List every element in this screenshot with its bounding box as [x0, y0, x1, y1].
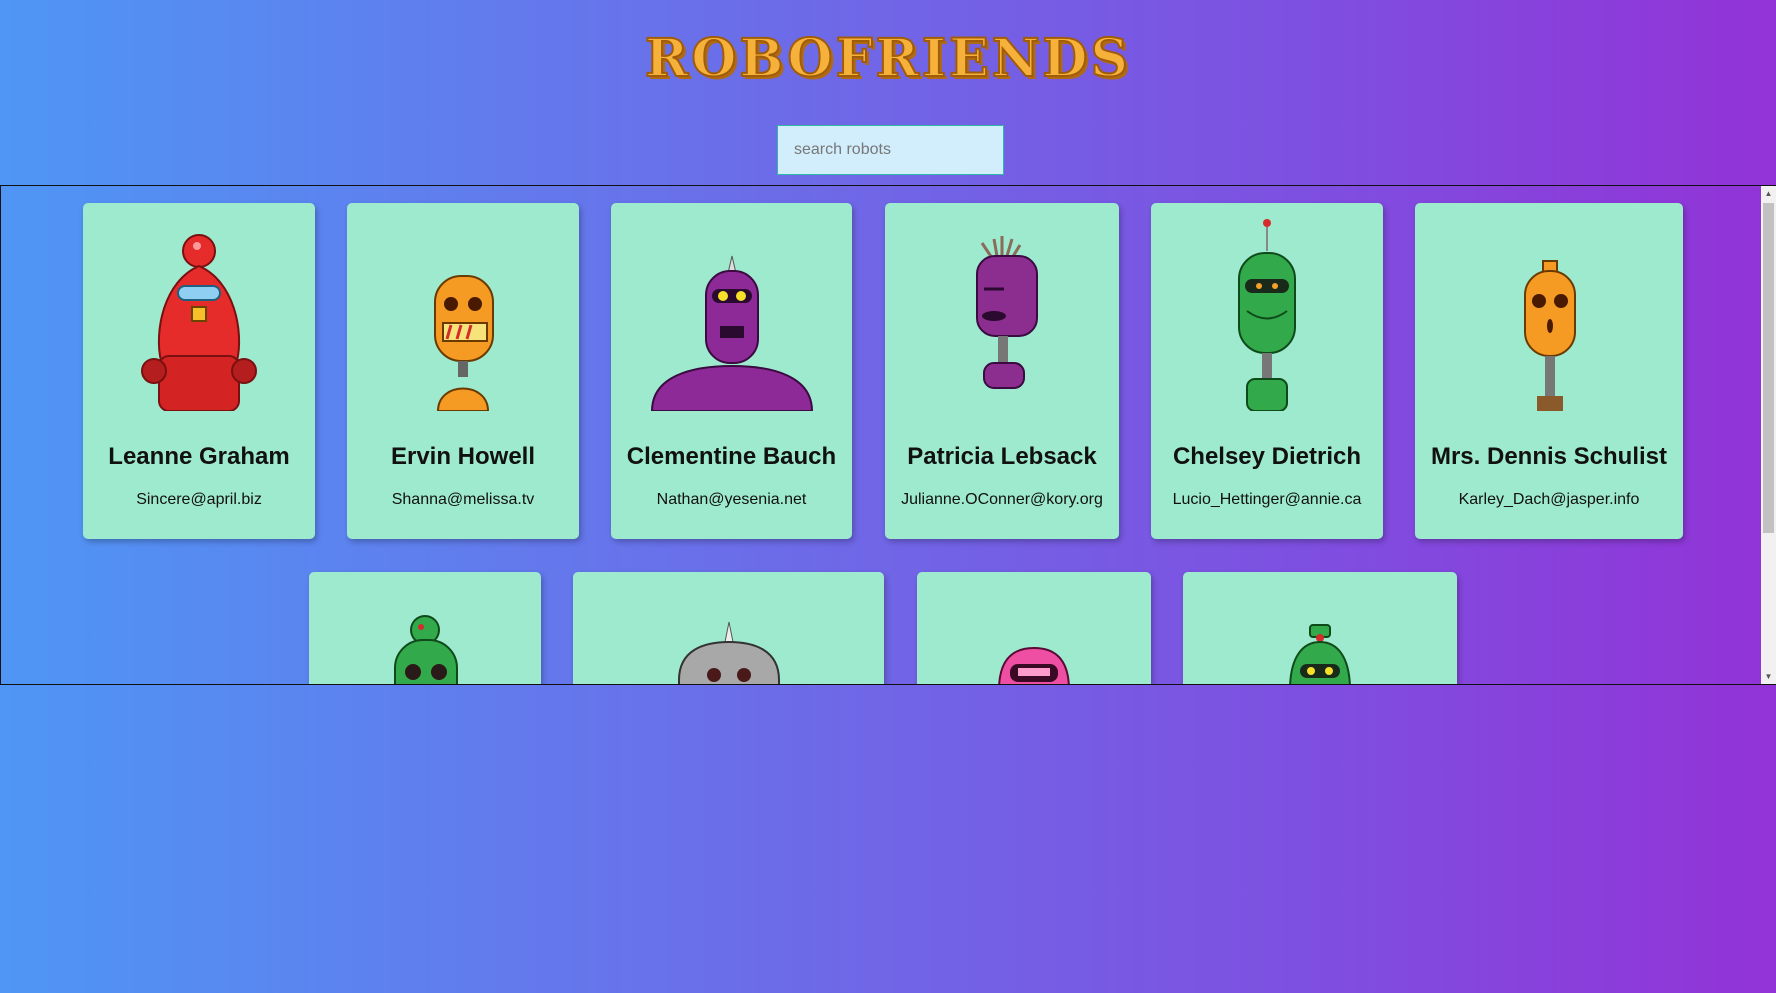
robot-name: Patricia Lebsack	[907, 443, 1097, 470]
scroll-down-icon[interactable]: ▼	[1761, 669, 1776, 684]
robot-avatar-green-2	[394, 615, 458, 684]
robot-card[interactable]: Clementine Bauch Nathan@yesenia.net	[611, 203, 852, 539]
robot-card[interactable]: Patricia Lebsack Julianne.OConner@kory.o…	[885, 203, 1119, 539]
vertical-scrollbar[interactable]: ▲ ▼	[1761, 186, 1776, 684]
robot-card[interactable]: Leanne Graham Sincere@april.biz	[83, 203, 315, 539]
robot-email: Nathan@yesenia.net	[656, 491, 807, 508]
robot-name: Clementine Bauch	[626, 443, 837, 470]
robot-card[interactable]: Mrs. Dennis Schulist Karley_Dach@jasper.…	[1415, 203, 1683, 539]
robot-avatar-gray	[677, 621, 780, 684]
robot-email: Sincere@april.biz	[136, 491, 262, 508]
robot-name: Ervin Howell	[390, 443, 536, 470]
robot-email: Julianne.OConner@kory.org	[901, 491, 1103, 508]
robot-card[interactable]	[309, 572, 541, 684]
robot-card[interactable]: Ervin Howell Shanna@melissa.tv	[347, 203, 579, 539]
robot-card[interactable]	[917, 572, 1151, 684]
robot-avatar-orange-2	[1524, 260, 1576, 411]
robot-card[interactable]	[573, 572, 884, 684]
robot-card[interactable]	[1183, 572, 1457, 684]
robot-email: Karley_Dach@jasper.info	[1458, 491, 1640, 508]
robot-avatar-orange	[434, 275, 494, 411]
app-title: ROBOFRIENDS	[644, 27, 1131, 90]
robot-avatar-purple	[650, 255, 813, 411]
scroll-up-icon[interactable]: ▲	[1761, 186, 1776, 201]
robot-email: Lucio_Hettinger@annie.ca	[1172, 491, 1362, 508]
robot-avatar-green	[1238, 219, 1296, 411]
robot-avatar-purple-2	[976, 236, 1038, 389]
search-input[interactable]	[777, 125, 1004, 175]
card-list[interactable]: Leanne Graham Sincere@april.biz Ervin Ho…	[0, 185, 1776, 685]
robot-avatar-pink	[998, 646, 1070, 684]
robot-name: Mrs. Dennis Schulist	[1430, 443, 1668, 470]
robot-name: Leanne Graham	[108, 443, 290, 470]
scrollbar-thumb[interactable]	[1763, 203, 1774, 533]
robot-card[interactable]: Chelsey Dietrich Lucio_Hettinger@annie.c…	[1151, 203, 1383, 539]
robot-avatar-red	[141, 234, 257, 411]
robot-name: Chelsey Dietrich	[1172, 443, 1362, 470]
robot-email: Shanna@melissa.tv	[391, 491, 535, 508]
robot-avatar-green-3	[1289, 624, 1351, 684]
